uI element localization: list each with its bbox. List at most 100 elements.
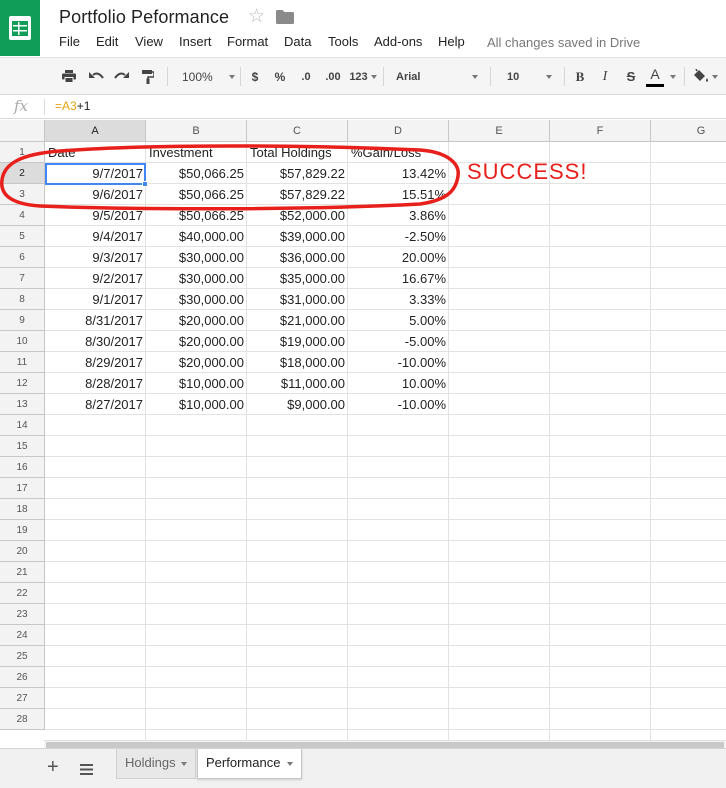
row-header-24[interactable]: 24 [0,625,45,646]
cell-investment[interactable]: $30,000.00 [146,268,247,289]
fill-handle[interactable] [142,181,148,187]
row-header-9[interactable]: 9 [0,310,45,331]
cell-total-holdings[interactable]: $57,829.22 [247,163,348,184]
row-header-15[interactable]: 15 [0,436,45,457]
decrease-decimals-button[interactable]: .0 [295,58,317,95]
document-title[interactable]: Portfolio Peformance [59,7,229,28]
column-header-f[interactable]: F [550,120,651,142]
cell-investment[interactable]: $50,066.25 [146,163,247,184]
row-header-4[interactable]: 4 [0,205,45,226]
row-header-27[interactable]: 27 [0,688,45,709]
cell-total-holdings[interactable]: $52,000.00 [247,205,348,226]
strikethrough-button[interactable]: S [623,58,639,95]
fill-color-button[interactable] [692,58,726,95]
row-header-25[interactable]: 25 [0,646,45,667]
cell-header-date[interactable]: Date [45,142,146,163]
cell-investment[interactable]: $20,000.00 [146,352,247,373]
cell-total-holdings[interactable]: $31,000.00 [247,289,348,310]
row-header-14[interactable]: 14 [0,415,45,436]
sheets-logo-icon[interactable] [0,0,40,56]
currency-format-button[interactable]: $ [247,58,263,95]
cell-date[interactable]: 9/3/2017 [45,247,146,268]
row-header-10[interactable]: 10 [0,331,45,352]
menu-format[interactable]: Format [227,34,268,49]
cell-date[interactable]: 9/2/2017 [45,268,146,289]
cell-date[interactable]: 8/30/2017 [45,331,146,352]
cell-gain-loss[interactable]: 13.42% [348,163,449,184]
more-formats-button[interactable]: 123 [347,58,379,95]
sheet-tab-holdings[interactable]: Holdings [116,749,196,779]
row-header-6[interactable]: 6 [0,247,45,268]
star-icon[interactable]: ☆ [248,7,265,27]
cell-gain-loss[interactable]: 5.00% [348,310,449,331]
cell-total-holdings[interactable]: $9,000.00 [247,394,348,415]
all-sheets-menu-icon[interactable] [80,762,93,780]
menu-view[interactable]: View [135,34,163,49]
cell-investment[interactable]: $30,000.00 [146,247,247,268]
row-header-21[interactable]: 21 [0,562,45,583]
cell-date[interactable]: 8/28/2017 [45,373,146,394]
column-header-d[interactable]: D [348,120,449,142]
row-header-11[interactable]: 11 [0,352,45,373]
row-header-26[interactable]: 26 [0,667,45,688]
cell-total-holdings[interactable]: $57,829.22 [247,184,348,205]
cell-investment[interactable]: $50,066.25 [146,205,247,226]
undo-button[interactable] [85,58,107,95]
save-status[interactable]: All changes saved in Drive [487,35,640,50]
row-header-18[interactable]: 18 [0,499,45,520]
bold-button[interactable]: B [572,58,588,95]
row-header-1[interactable]: 1 [0,142,45,163]
cell-gain-loss[interactable]: 3.86% [348,205,449,226]
cell-total-holdings[interactable]: $36,000.00 [247,247,348,268]
column-header-c[interactable]: C [247,120,348,142]
row-header-3[interactable]: 3 [0,184,45,205]
chevron-down-icon[interactable] [181,762,187,766]
menu-edit[interactable]: Edit [96,34,118,49]
menu-insert[interactable]: Insert [179,34,212,49]
print-button[interactable] [58,58,80,95]
cell-investment[interactable]: $20,000.00 [146,310,247,331]
cell-investment[interactable]: $10,000.00 [146,394,247,415]
menu-help[interactable]: Help [438,34,465,49]
menu-addons[interactable]: Add-ons [374,34,422,49]
cell-date[interactable]: 9/6/2017 [45,184,146,205]
text-color-button[interactable]: A [645,58,681,95]
paint-format-button[interactable] [137,58,159,95]
row-header-28[interactable]: 28 [0,709,45,730]
row-header-7[interactable]: 7 [0,268,45,289]
row-header-8[interactable]: 8 [0,289,45,310]
cell-date[interactable]: 8/27/2017 [45,394,146,415]
folder-icon[interactable] [276,10,294,29]
cell-total-holdings[interactable]: $35,000.00 [247,268,348,289]
row-header-20[interactable]: 20 [0,541,45,562]
menu-file[interactable]: File [59,34,80,49]
menu-tools[interactable]: Tools [328,34,358,49]
cell-gain-loss[interactable]: -10.00% [348,394,449,415]
row-header-17[interactable]: 17 [0,478,45,499]
cell-investment[interactable]: $30,000.00 [146,289,247,310]
column-header-e[interactable]: E [449,120,550,142]
cell-total-holdings[interactable]: $11,000.00 [247,373,348,394]
row-header-5[interactable]: 5 [0,226,45,247]
column-header-b[interactable]: B [146,120,247,142]
cell-total-holdings[interactable]: $18,000.00 [247,352,348,373]
row-header-2[interactable]: 2 [0,163,45,184]
cell-date[interactable]: 9/4/2017 [45,226,146,247]
chevron-down-icon[interactable] [287,762,293,766]
column-header-a[interactable]: A [45,120,146,142]
cell-gain-loss[interactable]: -5.00% [348,331,449,352]
column-header-g[interactable]: G [651,120,726,142]
cell-total-holdings[interactable]: $21,000.00 [247,310,348,331]
percent-format-button[interactable]: % [271,58,289,95]
cell-gain-loss[interactable]: 20.00% [348,247,449,268]
add-sheet-icon[interactable]: + [47,756,59,778]
sheet-tab-performance[interactable]: Performance [197,749,302,779]
cell-date[interactable]: 9/1/2017 [45,289,146,310]
cell-gain-loss[interactable]: 3.33% [348,289,449,310]
spreadsheet-grid[interactable]: ABCDEFG 1 2 3 4 5 6 7 8 9 10 11 12 13 14 15 16 17 18 19 20 2… [0,120,726,740]
cell-gain-loss[interactable]: 15.51% [348,184,449,205]
row-header-22[interactable]: 22 [0,583,45,604]
font-select[interactable]: Arial [390,58,482,95]
cell-gain-loss[interactable]: 16.67% [348,268,449,289]
cell-gain-loss[interactable]: 10.00% [348,373,449,394]
